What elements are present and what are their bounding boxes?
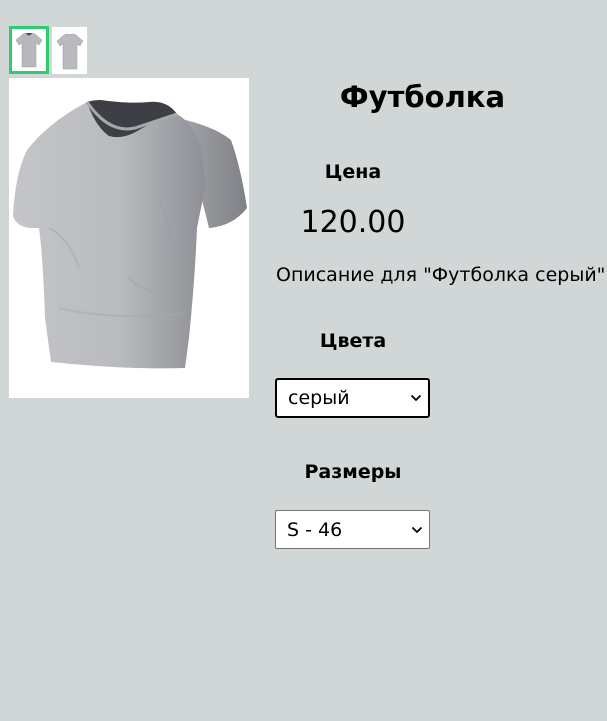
tshirt-image xyxy=(13,100,247,369)
chevron-down-icon xyxy=(411,526,423,533)
thumbnail-front[interactable] xyxy=(9,26,49,74)
sizes-label: Размеры xyxy=(304,461,402,483)
price-label: Цена xyxy=(324,161,382,183)
product-page: Футболка Цена 120.00 Описание для "Футбо… xyxy=(0,0,607,721)
tshirt-thumbnail-icon xyxy=(15,32,43,68)
product-price: 120.00 xyxy=(300,205,406,240)
size-select-value: S - 46 xyxy=(287,518,343,541)
chevron-down-icon xyxy=(410,394,422,402)
thumbnail-back[interactable] xyxy=(52,27,87,74)
color-select-value: серый xyxy=(288,387,350,409)
size-select[interactable]: S - 46 xyxy=(275,510,430,549)
product-description: Описание для "Футболка серый" xyxy=(276,264,606,286)
tshirt-back-thumbnail-icon xyxy=(56,33,83,69)
colors-label: Цвета xyxy=(319,330,387,352)
product-main-image xyxy=(9,78,249,398)
product-title: Футболка xyxy=(339,80,506,114)
color-select[interactable]: серый xyxy=(275,378,430,418)
